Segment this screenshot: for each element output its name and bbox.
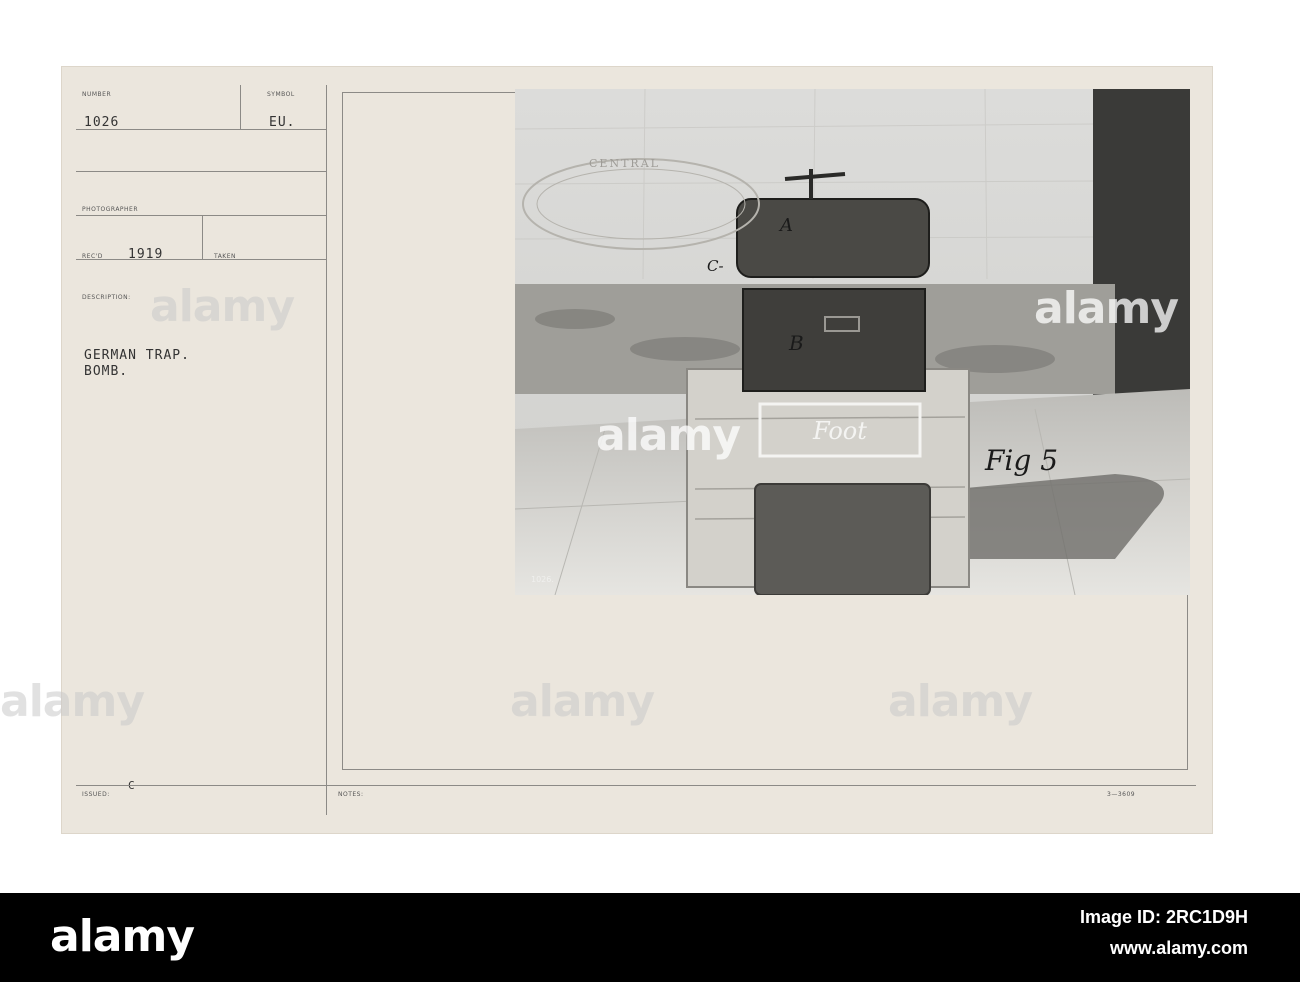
label-b: B — [789, 331, 804, 355]
symbol-value: EU. — [269, 115, 296, 130]
box-text: Foot — [813, 417, 867, 445]
stamp-text: CENTRAL — [589, 157, 660, 170]
divider — [76, 259, 326, 260]
watermark: alamy — [596, 410, 741, 461]
watermark: alamy — [0, 676, 145, 727]
site-url[interactable]: www.alamy.com — [1110, 938, 1248, 959]
brand-logo[interactable]: alamy — [50, 911, 195, 962]
divider — [202, 215, 203, 259]
symbol-label: SYMBOL — [267, 91, 295, 98]
image-id: Image ID: 2RC1D9H — [1079, 907, 1248, 927]
number-label: NUMBER — [82, 91, 112, 98]
form-code: 3—3609 — [1107, 791, 1136, 798]
footer-bar: alamy Image ID: 2RC1D9H www.alamy.com — [0, 893, 1300, 982]
label-c: C- — [707, 257, 724, 275]
watermark: alamy — [510, 676, 655, 727]
divider — [76, 785, 1196, 786]
notes-label: NOTES: — [338, 791, 364, 798]
photographer-label: PHOTOGRAPHER — [82, 206, 139, 213]
fig-text: Fig 5 — [985, 444, 1059, 477]
watermark: alamy — [1034, 283, 1179, 334]
divider — [76, 129, 326, 130]
issued-label: ISSUED: — [82, 791, 110, 798]
description-line2: BOMB. — [84, 364, 129, 379]
description-label: DESCRIPTION: — [82, 294, 131, 301]
divider — [76, 171, 326, 172]
divider — [240, 85, 241, 129]
description-line1: GERMAN TRAP. — [84, 348, 190, 363]
number-value: 1026 — [84, 115, 120, 130]
label-a: A — [780, 215, 793, 236]
divider — [76, 215, 326, 216]
photograph: CENTRAL A B C- Foot Fig 5 1026. — [515, 89, 1190, 595]
watermark: alamy — [888, 676, 1033, 727]
watermark: alamy — [150, 281, 295, 332]
column-divider — [326, 85, 327, 815]
negative-number: 1026. — [531, 575, 554, 584]
